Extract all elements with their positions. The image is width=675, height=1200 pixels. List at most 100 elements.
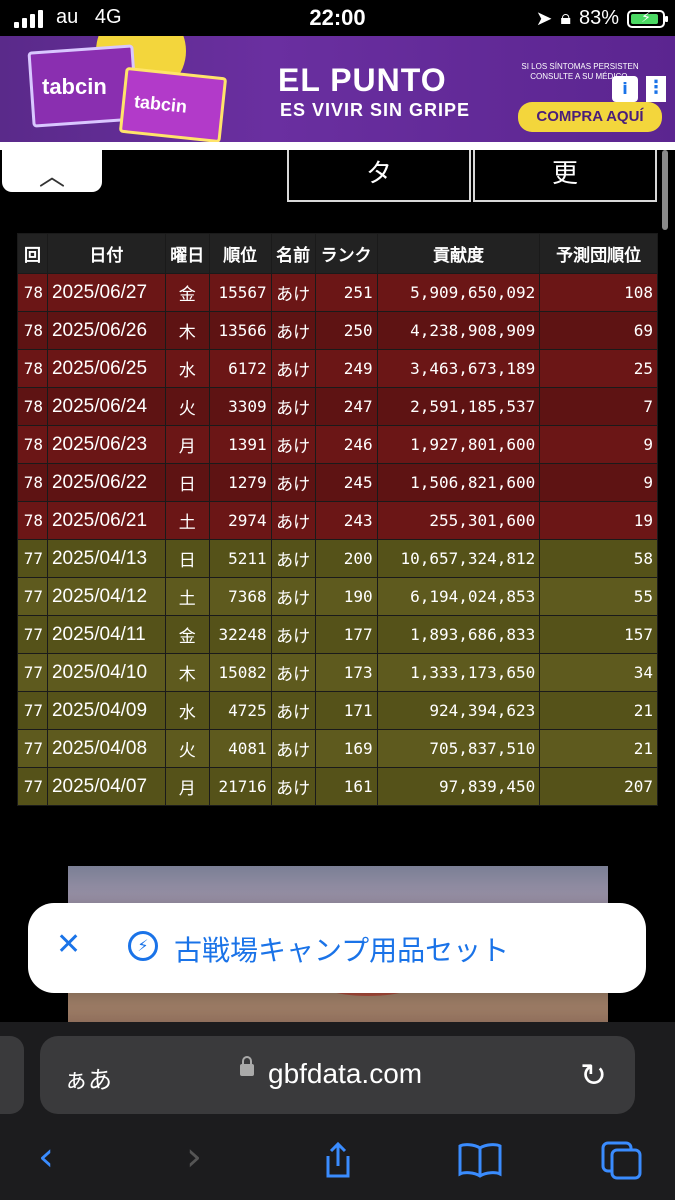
row-date: 2025/04/11 [46, 615, 166, 654]
row-level: 200 [314, 539, 378, 578]
row-name: あけ [270, 577, 316, 616]
row-name: あけ [270, 349, 316, 388]
ad-banner[interactable]: tabcin tabcin EL PUNTO ES VIVIR SIN GRIP… [0, 36, 675, 142]
row-date: 2025/06/23 [46, 425, 166, 464]
row-day: 金 [164, 273, 210, 312]
share-icon[interactable] [318, 1140, 358, 1180]
header-name[interactable]: 名前 [270, 233, 316, 274]
row-predicted: 25 [539, 349, 658, 388]
row-contribution: 1,893,686,833 [376, 615, 541, 654]
tab-0[interactable]: タ [287, 150, 471, 202]
ad-cta-button[interactable]: COMPRA AQUÍ [518, 102, 662, 132]
text-size-button[interactable]: ぁあ [64, 1060, 112, 1095]
row-date: 2025/06/24 [46, 387, 166, 426]
header-rank[interactable]: 順位 [208, 233, 272, 274]
row-level: 246 [314, 425, 378, 464]
ad-subline: ES VIVIR SIN GRIPE [280, 100, 471, 120]
row-kai: 77 [17, 767, 48, 806]
row-contribution: 1,333,173,650 [376, 653, 541, 692]
row-date: 2025/06/25 [46, 349, 166, 388]
ad-brand: tabcin [42, 74, 107, 99]
header-level[interactable]: ランク [314, 233, 378, 274]
row-rank: 2974 [208, 501, 272, 540]
row-level: 190 [314, 577, 378, 616]
header-contribution[interactable]: 貢献度 [376, 233, 541, 274]
row-predicted: 34 [539, 653, 658, 692]
row-date: 2025/06/22 [46, 463, 166, 502]
row-level: 250 [314, 311, 378, 350]
row-rank: 13566 [208, 311, 272, 350]
row-kai: 77 [17, 539, 48, 578]
row-kai: 78 [17, 349, 48, 388]
row-date: 2025/06/26 [46, 311, 166, 350]
table-row: 77 2025/04/09 水 4725 あけ 171 924,394,623 21 [17, 691, 658, 730]
header-day[interactable]: 曜日 [164, 233, 210, 274]
table-row: 77 2025/04/13 日 5211 あけ 200 10,657,324,812 58 [17, 539, 658, 578]
back-icon[interactable]: ‹ [38, 1134, 54, 1180]
row-level: 249 [314, 349, 378, 388]
row-name: あけ [270, 539, 316, 578]
previous-tab-peek[interactable] [0, 1036, 24, 1114]
row-contribution: 4,238,908,909 [376, 311, 541, 350]
row-date: 2025/06/21 [46, 501, 166, 540]
row-name: あけ [270, 615, 316, 654]
bookmarks-icon[interactable] [456, 1140, 504, 1180]
table-row: 78 2025/06/24 火 3309 あけ 247 2,591,185,537 7 [17, 387, 658, 426]
ad-info-icon[interactable]: i [612, 76, 638, 102]
row-level: 161 [314, 767, 378, 806]
row-contribution: 705,837,510 [376, 729, 541, 768]
row-contribution: 255,301,600 [376, 501, 541, 540]
row-contribution: 924,394,623 [376, 691, 541, 730]
header-predicted[interactable]: 予測団順位 [539, 233, 658, 274]
row-day: 火 [164, 729, 210, 768]
battery-percent: 83% [578, 7, 619, 29]
tabs-icon[interactable] [600, 1140, 644, 1180]
row-date: 2025/04/12 [46, 577, 166, 616]
url-domain[interactable]: gbfdata.com [268, 1058, 422, 1090]
row-level: 247 [314, 387, 378, 426]
row-contribution: 97,839,450 [376, 767, 541, 806]
row-day: 水 [164, 691, 210, 730]
address-bar[interactable]: ぁあ gbfdata.com ↻ [40, 1036, 635, 1114]
row-level: 177 [314, 615, 378, 654]
close-icon[interactable]: ✕ [56, 927, 81, 962]
row-predicted: 69 [539, 311, 658, 350]
table-row: 77 2025/04/10 木 15082 あけ 173 1,333,173,650 34 [17, 653, 658, 692]
row-name: あけ [270, 463, 316, 502]
header-kai[interactable]: 回 [17, 233, 48, 274]
row-date: 2025/06/27 [46, 273, 166, 312]
collapse-button[interactable]: ︿ [2, 150, 102, 192]
row-predicted: 58 [539, 539, 658, 578]
suggestion-text[interactable]: 古戦場キャンプ用品セット [174, 929, 509, 969]
row-day: 日 [164, 463, 210, 502]
row-rank: 4725 [208, 691, 272, 730]
table-row: 78 2025/06/25 水 6172 あけ 249 3,463,673,189 25 [17, 349, 658, 388]
header-date[interactable]: 日付 [46, 233, 166, 274]
row-name: あけ [270, 501, 316, 540]
tab-1[interactable]: 更 [473, 150, 657, 202]
row-name: あけ [270, 729, 316, 768]
row-name: あけ [270, 273, 316, 312]
forward-icon[interactable]: › [186, 1134, 202, 1180]
row-date: 2025/04/09 [46, 691, 166, 730]
row-predicted: 21 [539, 691, 658, 730]
reload-icon[interactable]: ↻ [580, 1056, 607, 1094]
row-name: あけ [270, 311, 316, 350]
row-predicted: 55 [539, 577, 658, 616]
suggestion-popup[interactable]: ✕ ⚡︎ 古戦場キャンプ用品セット [28, 903, 646, 993]
ad-menu-icon[interactable]: ⋮ [646, 76, 666, 102]
row-contribution: 6,194,024,853 [376, 577, 541, 616]
lightning-icon: ⚡︎ [128, 931, 158, 961]
row-rank: 6172 [208, 349, 272, 388]
row-contribution: 10,657,324,812 [376, 539, 541, 578]
row-day: 日 [164, 539, 210, 578]
row-date: 2025/04/08 [46, 729, 166, 768]
row-predicted: 9 [539, 463, 658, 502]
row-day: 土 [164, 501, 210, 540]
row-rank: 7368 [208, 577, 272, 616]
scrollbar[interactable] [662, 150, 668, 230]
row-day: 月 [164, 425, 210, 464]
status-right: ➤ 🔒︎ 83% ⚡︎ [536, 6, 668, 31]
row-contribution: 2,591,185,537 [376, 387, 541, 426]
orientation-lock-icon: 🔒︎ [560, 7, 571, 29]
